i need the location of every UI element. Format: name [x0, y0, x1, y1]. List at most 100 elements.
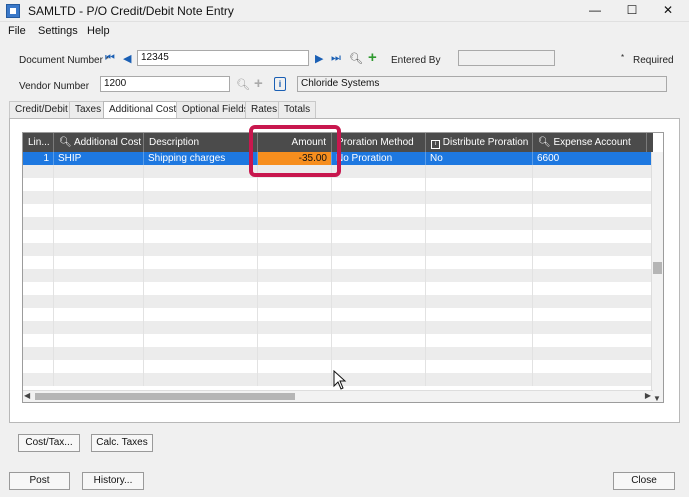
empty-grid-cell[interactable] — [533, 243, 653, 256]
empty-grid-cell[interactable] — [258, 256, 332, 269]
empty-grid-cell[interactable] — [54, 191, 144, 204]
empty-grid-cell[interactable] — [426, 282, 533, 295]
vendor-info-icon[interactable]: i — [274, 77, 286, 91]
empty-grid-cell[interactable] — [23, 243, 54, 256]
minimize-button[interactable]: — — [580, 2, 610, 18]
empty-grid-cell[interactable] — [258, 217, 332, 230]
empty-grid-row[interactable] — [23, 269, 653, 282]
empty-grid-cell[interactable] — [144, 217, 258, 230]
empty-grid-cell[interactable] — [533, 269, 653, 282]
cell-description[interactable]: Shipping charges — [144, 152, 258, 165]
vendor-finder-icon[interactable]: 🔍︎ — [236, 78, 250, 91]
empty-grid-cell[interactable] — [258, 295, 332, 308]
empty-grid-cell[interactable] — [533, 360, 653, 373]
empty-grid-cell[interactable] — [258, 347, 332, 360]
empty-grid-cell[interactable] — [332, 321, 426, 334]
empty-grid-cell[interactable] — [23, 178, 54, 191]
add-vendor-icon[interactable]: + — [254, 75, 263, 92]
empty-grid-cell[interactable] — [332, 282, 426, 295]
empty-grid-cell[interactable] — [144, 191, 258, 204]
cell-proration-method[interactable]: No Proration — [332, 152, 426, 165]
empty-grid-cell[interactable] — [144, 243, 258, 256]
empty-grid-cell[interactable] — [332, 295, 426, 308]
empty-grid-cell[interactable] — [258, 321, 332, 334]
empty-grid-cell[interactable] — [23, 347, 54, 360]
column-header-additional-cost[interactable]: 🔍︎ Additional Cost — [54, 133, 144, 152]
empty-grid-cell[interactable] — [426, 321, 533, 334]
empty-grid-cell[interactable] — [144, 360, 258, 373]
empty-grid-cell[interactable] — [426, 269, 533, 282]
empty-grid-cell[interactable] — [54, 217, 144, 230]
menu-file[interactable]: File — [8, 25, 26, 37]
tab-optional-fields[interactable]: Optional Fields — [176, 101, 255, 118]
empty-grid-cell[interactable] — [426, 165, 533, 178]
horizontal-scrollbar[interactable]: ◀ ▶ — [23, 390, 653, 402]
calc-taxes-button[interactable]: Calc. Taxes — [91, 434, 153, 452]
empty-grid-cell[interactable] — [23, 191, 54, 204]
empty-grid-row[interactable] — [23, 256, 653, 269]
empty-grid-cell[interactable] — [54, 204, 144, 217]
empty-grid-cell[interactable] — [533, 178, 653, 191]
empty-grid-row[interactable] — [23, 204, 653, 217]
close-window-button[interactable]: ✕ — [653, 2, 683, 18]
first-record-icon[interactable]: ⏮ — [105, 52, 115, 65]
empty-grid-cell[interactable] — [144, 256, 258, 269]
empty-grid-cell[interactable] — [332, 243, 426, 256]
empty-grid-cell[interactable] — [23, 256, 54, 269]
empty-grid-cell[interactable] — [54, 243, 144, 256]
empty-grid-cell[interactable] — [332, 204, 426, 217]
empty-grid-cell[interactable] — [258, 230, 332, 243]
vertical-scroll-thumb[interactable] — [653, 262, 662, 274]
empty-grid-cell[interactable] — [23, 282, 54, 295]
empty-grid-cell[interactable] — [23, 334, 54, 347]
post-button[interactable]: Post — [9, 472, 70, 490]
empty-grid-cell[interactable] — [144, 165, 258, 178]
empty-grid-cell[interactable] — [144, 308, 258, 321]
empty-grid-cell[interactable] — [533, 217, 653, 230]
empty-grid-cell[interactable] — [426, 256, 533, 269]
empty-grid-cell[interactable] — [23, 373, 54, 386]
empty-grid-row[interactable] — [23, 321, 653, 334]
empty-grid-cell[interactable] — [258, 373, 332, 386]
document-number-input[interactable]: 12345 — [137, 50, 309, 66]
empty-grid-cell[interactable] — [533, 347, 653, 360]
empty-grid-cell[interactable] — [144, 269, 258, 282]
history-button[interactable]: History... — [82, 472, 144, 490]
empty-grid-cell[interactable] — [54, 347, 144, 360]
empty-grid-cell[interactable] — [23, 204, 54, 217]
empty-grid-cell[interactable] — [426, 204, 533, 217]
empty-grid-cell[interactable] — [533, 308, 653, 321]
empty-grid-cell[interactable] — [533, 295, 653, 308]
empty-grid-cell[interactable] — [258, 308, 332, 321]
empty-grid-cell[interactable] — [533, 204, 653, 217]
menu-settings[interactable]: Settings — [38, 25, 78, 37]
empty-grid-cell[interactable] — [426, 217, 533, 230]
empty-grid-cell[interactable] — [23, 308, 54, 321]
empty-grid-row[interactable] — [23, 282, 653, 295]
empty-grid-row[interactable] — [23, 178, 653, 191]
scroll-down-icon[interactable]: ▼ — [653, 394, 661, 402]
empty-grid-cell[interactable] — [533, 321, 653, 334]
empty-grid-cell[interactable] — [426, 308, 533, 321]
empty-grid-cell[interactable] — [533, 191, 653, 204]
empty-grid-cell[interactable] — [426, 295, 533, 308]
empty-grid-cell[interactable] — [54, 360, 144, 373]
empty-grid-row[interactable] — [23, 243, 653, 256]
scroll-right-icon[interactable]: ▶ — [645, 391, 651, 400]
new-record-icon[interactable]: + — [368, 49, 377, 66]
maximize-button[interactable]: ☐ — [617, 2, 647, 18]
empty-grid-cell[interactable] — [332, 256, 426, 269]
empty-grid-cell[interactable] — [54, 269, 144, 282]
finder-icon[interactable]: 🔍︎ — [349, 52, 363, 65]
empty-grid-cell[interactable] — [54, 165, 144, 178]
empty-grid-row[interactable] — [23, 347, 653, 360]
column-header-expense-account[interactable]: 🔍︎ Expense Account — [533, 133, 647, 152]
empty-grid-cell[interactable] — [332, 230, 426, 243]
empty-grid-cell[interactable] — [54, 321, 144, 334]
scroll-left-icon[interactable]: ◀ — [24, 391, 30, 400]
empty-grid-cell[interactable] — [258, 334, 332, 347]
cell-additional-cost[interactable]: SHIP — [54, 152, 144, 165]
empty-grid-cell[interactable] — [258, 269, 332, 282]
empty-grid-cell[interactable] — [54, 308, 144, 321]
empty-grid-row[interactable] — [23, 217, 653, 230]
